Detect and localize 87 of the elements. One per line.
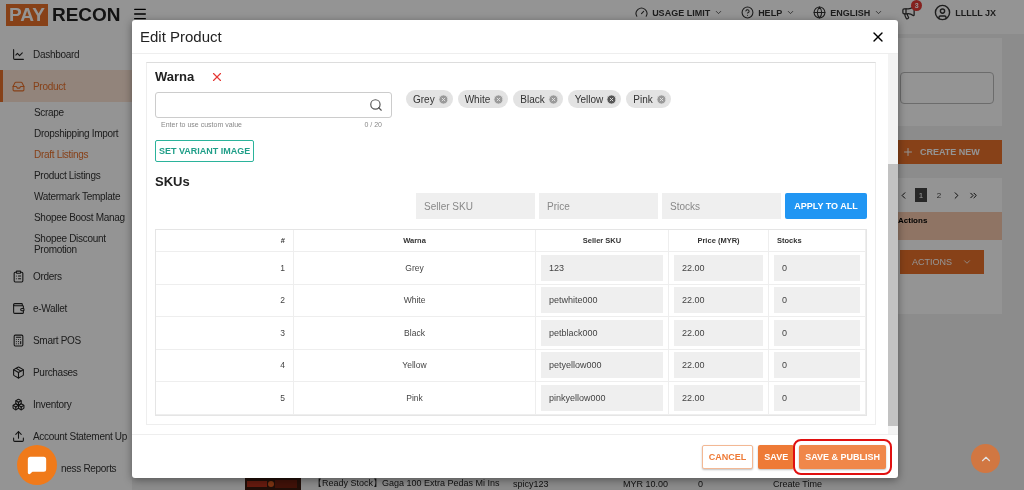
sidebar-subitem[interactable]: Watermark Template xyxy=(0,186,132,207)
chat-icon xyxy=(27,455,47,475)
wallet-icon xyxy=(12,301,25,315)
search-field[interactable] xyxy=(900,72,994,104)
page-button[interactable]: 1 xyxy=(915,188,927,202)
logo[interactable]: PAY RECON xyxy=(0,0,132,26)
table-cell: Yellow xyxy=(294,349,536,382)
input-field[interactable]: 0 xyxy=(774,254,860,281)
table-cell: Pink xyxy=(294,382,536,415)
clipboard-icon xyxy=(12,269,25,283)
table-cell-text: 【Ready Stock】Gaga 100 Extra Pedas Mi Ins xyxy=(313,477,501,490)
header-menu[interactable]: HELP xyxy=(741,6,796,19)
help-icon xyxy=(741,6,755,19)
scroll-thumb[interactable] xyxy=(888,164,898,426)
input-field[interactable]: petblack000 xyxy=(541,319,663,346)
chart-icon xyxy=(12,47,25,61)
table-cell-text: MYR 10.00 xyxy=(623,478,670,489)
sidebar-subitem[interactable]: Dropshipping Import xyxy=(0,123,132,144)
dialog-title: Edit Product xyxy=(140,28,222,45)
register-icon xyxy=(12,333,25,347)
globe-icon xyxy=(813,6,827,19)
input-field[interactable]: petwhite000 xyxy=(541,287,663,314)
input-field[interactable]: 22.00 xyxy=(674,319,763,346)
gauge-icon xyxy=(635,6,649,19)
input-field[interactable]: 22.00 xyxy=(674,352,763,379)
table-cell: Grey xyxy=(294,252,536,285)
search-field[interactable] xyxy=(155,92,392,118)
sidebar-subitem[interactable]: Shopee Boost Manag xyxy=(0,207,132,228)
menu-icon[interactable] xyxy=(132,6,148,22)
apply-to-all-button[interactable]: APPLY TO ALL xyxy=(785,193,867,219)
variant-chip[interactable]: Pink xyxy=(626,90,671,108)
caret-icon xyxy=(714,8,724,17)
search-icon xyxy=(369,98,383,112)
input-field[interactable]: 22.00 xyxy=(674,254,763,281)
table-cell-text: 0 xyxy=(698,478,704,489)
table-cell: Black xyxy=(294,317,536,350)
input-field[interactable]: petyellow000 xyxy=(541,352,663,379)
input-field[interactable]: 0 xyxy=(774,384,860,411)
input-field[interactable]: 0 xyxy=(774,287,860,314)
table-cell: 1 xyxy=(156,252,294,285)
sidebar-item[interactable]: Dashboard xyxy=(0,38,132,70)
input-field[interactable]: 123 xyxy=(541,254,663,281)
variant-chip[interactable]: White xyxy=(457,90,509,108)
table-cell: 5 xyxy=(156,382,294,415)
tray-icon xyxy=(12,79,25,93)
sidebar-subitem[interactable]: Scrape xyxy=(0,102,132,123)
input-field[interactable]: 22.00 xyxy=(674,287,763,314)
input-field[interactable]: Price xyxy=(539,193,658,219)
input-field[interactable]: 0 xyxy=(774,352,860,379)
table-cell-text: Create Time xyxy=(773,478,824,489)
megaphone-icon[interactable] xyxy=(901,5,917,20)
sidebar-item[interactable]: Inventory xyxy=(0,388,132,420)
table-cell: 4 xyxy=(156,349,294,382)
set-variant-image-button[interactable]: SET VARIANT IMAGE xyxy=(155,140,255,162)
plus-icon xyxy=(902,146,914,158)
input-field[interactable]: Seller SKU xyxy=(416,193,535,219)
caret-icon xyxy=(786,8,796,17)
caret-icon xyxy=(874,8,884,17)
sidebar-subitem[interactable]: Product Listings xyxy=(0,165,132,186)
sidebar-subitem[interactable]: Shopee Discount Promotion xyxy=(0,228,132,260)
page-button[interactable]: 2 xyxy=(933,188,945,202)
avatar-icon xyxy=(934,4,952,21)
input-field[interactable]: 0 xyxy=(774,319,860,346)
caret-icon xyxy=(962,257,972,267)
header-menu[interactable]: ENGLISH xyxy=(813,6,884,19)
input-field[interactable]: Stocks xyxy=(662,193,781,219)
variant-chip[interactable]: Yellow xyxy=(567,90,622,108)
scrollbar[interactable] xyxy=(888,54,898,434)
user-menu[interactable]: LLLLL JX xyxy=(934,4,996,21)
section-title: SKUs xyxy=(155,174,191,189)
table-cell-text: spicy123 xyxy=(513,478,550,489)
table-cell: White xyxy=(294,284,536,317)
input-field[interactable]: 22.00 xyxy=(674,384,763,411)
input-field[interactable]: pinkyellow000 xyxy=(541,384,663,411)
header-menu[interactable]: USAGE LIMIT xyxy=(635,6,724,19)
sidebar-item[interactable]: Orders xyxy=(0,260,132,292)
variation-name: Warna xyxy=(155,69,195,84)
upload-icon xyxy=(12,429,25,443)
boxes-icon xyxy=(12,397,25,411)
table-cell: 3 xyxy=(156,317,294,350)
variant-chip[interactable]: Grey xyxy=(406,90,453,108)
sidebar-item[interactable]: Smart POS xyxy=(0,324,132,356)
remove-chip-icon[interactable] xyxy=(606,93,618,105)
sidebar-item[interactable]: Purchases xyxy=(0,356,132,388)
table-cell: 2 xyxy=(156,284,294,317)
sidebar-item[interactable]: e-Wallet xyxy=(0,292,132,324)
variant-chip[interactable]: Black xyxy=(513,90,563,108)
